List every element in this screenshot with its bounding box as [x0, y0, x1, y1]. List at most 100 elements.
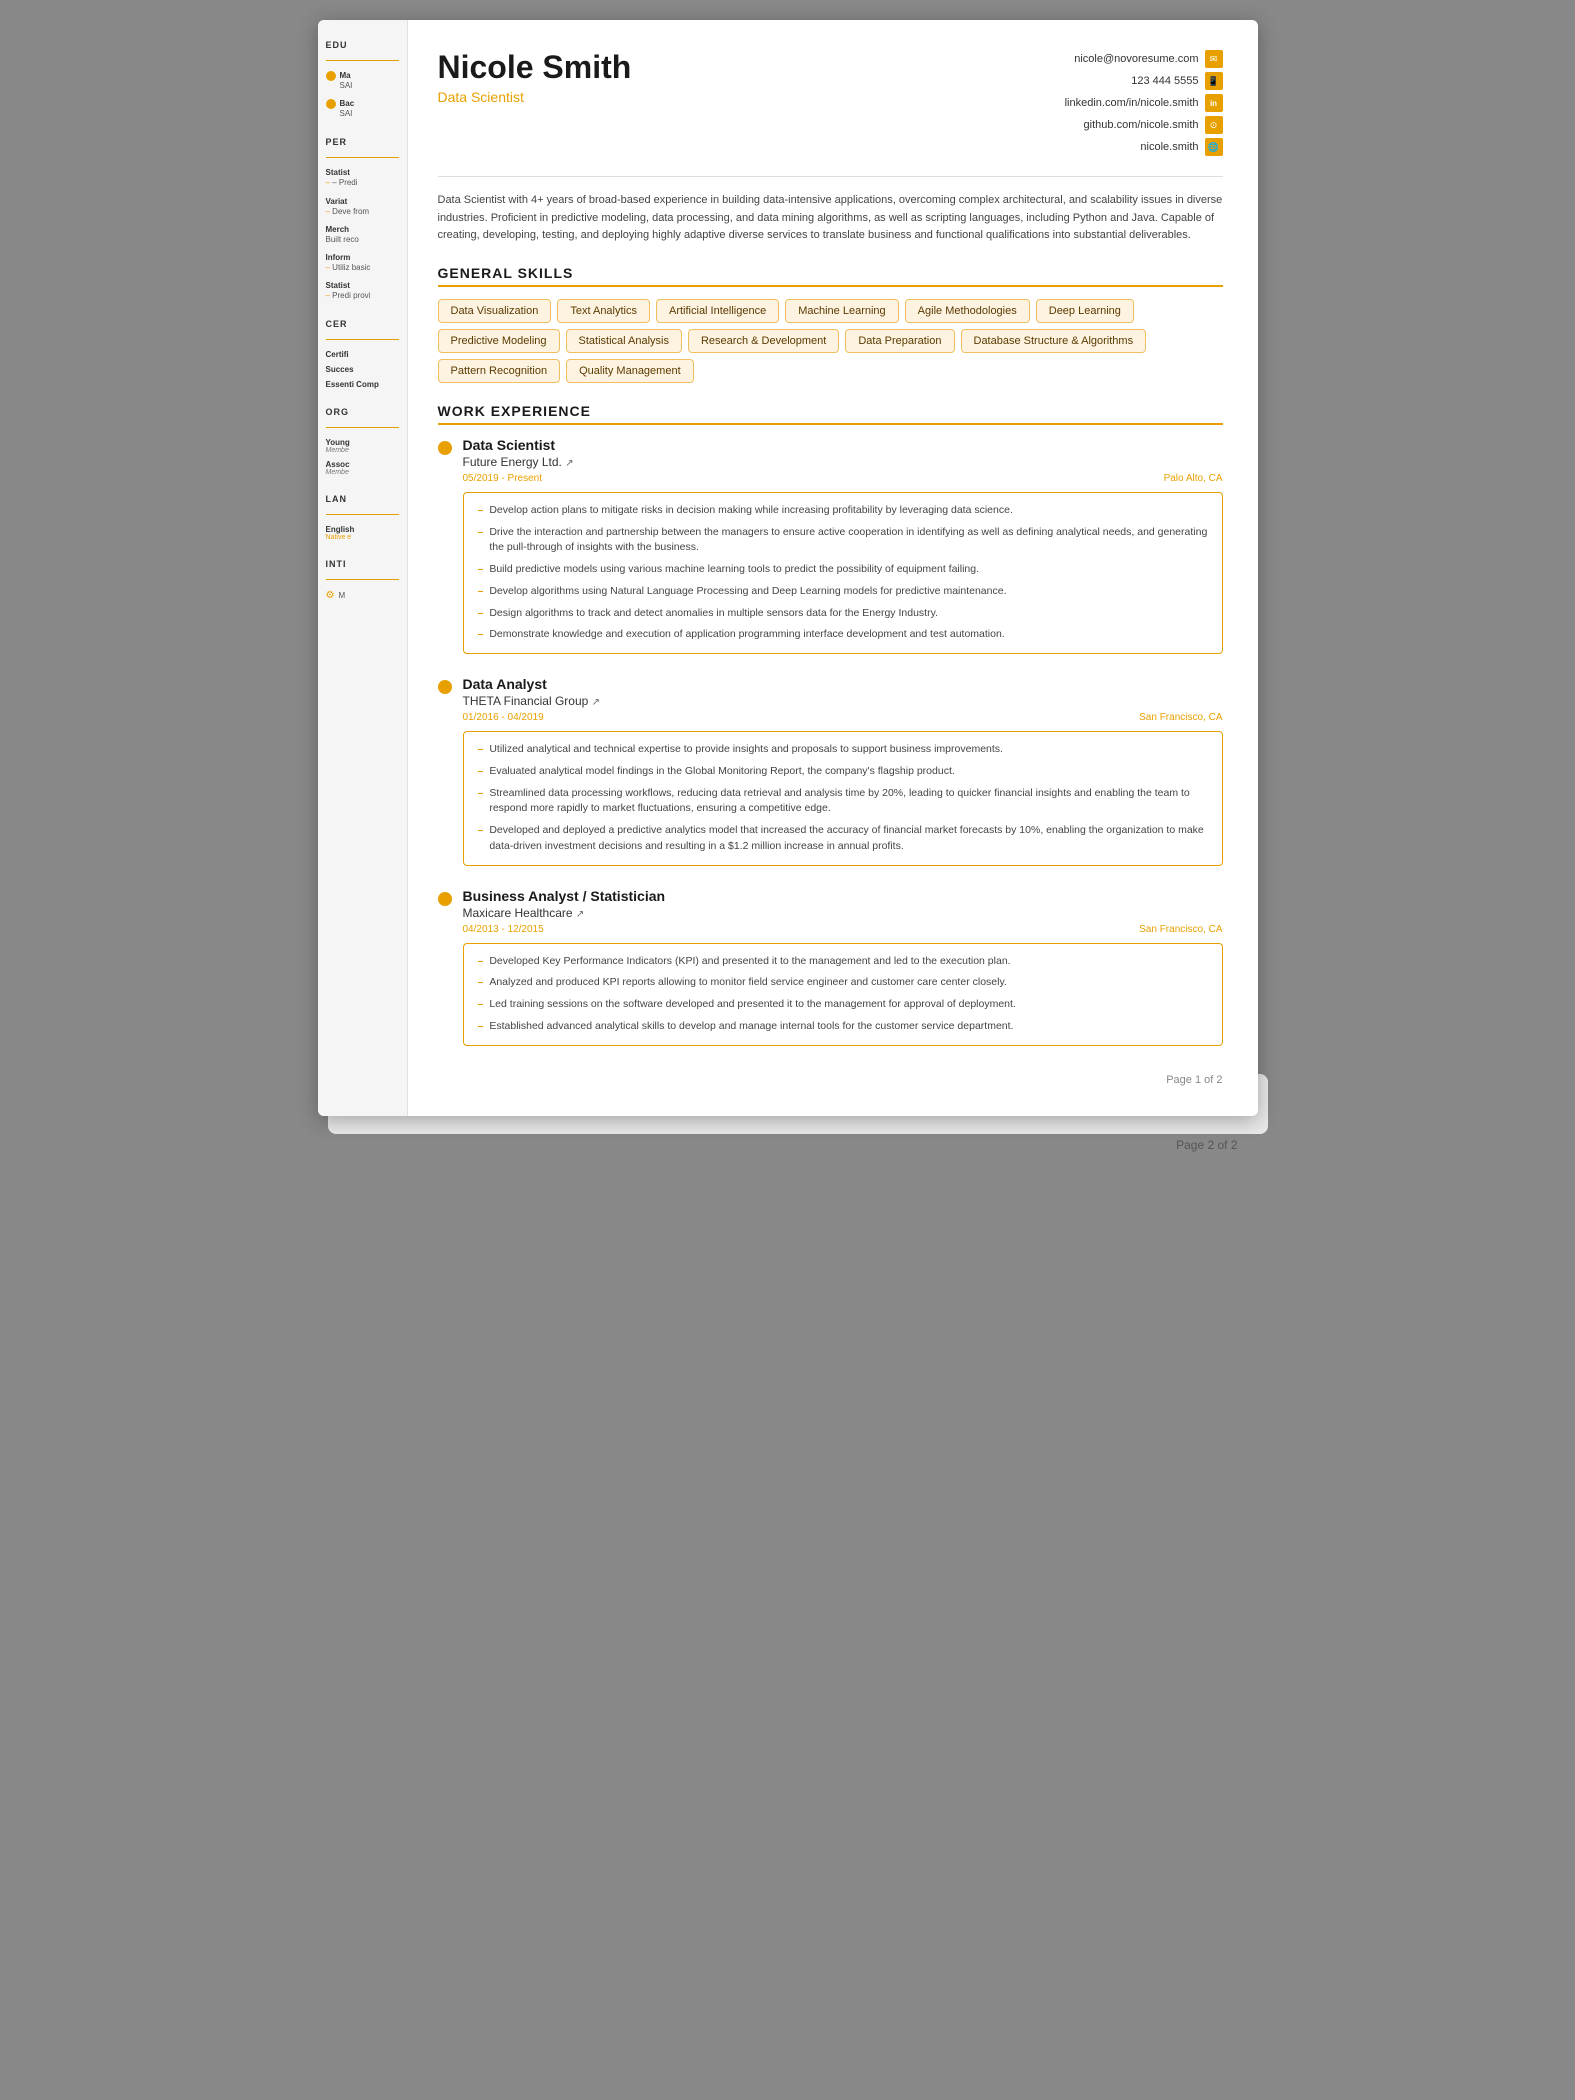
work-title: WORK EXPERIENCE — [438, 403, 1223, 425]
job-company-1: Future Energy Ltd. ↗ — [463, 455, 1223, 469]
linkedin-icon: in — [1205, 94, 1223, 112]
job-dates-row-2: 01/2016 - 04/2019San Francisco, CA — [463, 712, 1223, 723]
bullet-text: Drive the interaction and partnership be… — [489, 525, 1207, 557]
bullet-text: Demonstrate knowledge and execution of a… — [489, 627, 1004, 643]
job-item-2: Data Analyst THETA Financial Group ↗ 01/20… — [438, 676, 1223, 866]
contact-linkedin-text: linkedin.com/in/nicole.smith — [1065, 97, 1199, 109]
per-detail-2: – Deve from — [326, 206, 399, 217]
sidebar-edu-item-1: Ma SAI — [326, 71, 399, 91]
job-bullet-1-1: –Develop action plans to mitigate risks … — [478, 503, 1208, 519]
sidebar-per-item-5: Statist – Predi provi — [326, 281, 399, 301]
header-right: nicole@novoresume.com ✉ 123 444 5555 📱 l… — [1065, 50, 1223, 156]
sidebar-lan-title: LAN — [326, 494, 399, 504]
sidebar-personal-skills: PER Statist – – Predi Variat – Deve from… — [326, 137, 399, 301]
sidebar-organizations: ORG Young Membe Assoc Membe — [326, 407, 399, 476]
job-bullet-3-2: –Analyzed and produced KPI reports allow… — [478, 975, 1208, 991]
job-dates-row-3: 04/2013 - 12/2015San Francisco, CA — [463, 924, 1223, 935]
job-dates-row-1: 05/2019 - PresentPalo Alto, CA — [463, 473, 1223, 484]
job-bullets-3: –Developed Key Performance Indicators (K… — [463, 943, 1223, 1046]
per-name-5: Statist — [326, 281, 399, 290]
bullet-text: Developed and deployed a predictive anal… — [489, 823, 1207, 855]
per-detail-4: – Utiliz basic — [326, 262, 399, 273]
edu-degree-1: Ma — [340, 71, 353, 80]
bullet-dash: – — [478, 764, 484, 780]
sidebar-per-item-3: Merch Built reco — [326, 225, 399, 245]
page2-label: Page 2 of 2 — [1176, 1138, 1237, 1152]
job-dot-1 — [438, 441, 452, 455]
job-item-1: Data ScientistFuture Energy Ltd. ↗05/201… — [438, 437, 1223, 654]
candidate-subtitle: Data Scientist — [438, 89, 632, 105]
interest-text-1: M — [338, 591, 345, 600]
sidebar-cert-2: Succes — [326, 365, 399, 374]
per-name-1: Statist — [326, 168, 399, 177]
ext-link-icon[interactable]: ↗ — [576, 909, 584, 920]
sidebar-per-item-1: Statist – – Predi — [326, 168, 399, 188]
job-location-2: San Francisco, CA — [1139, 712, 1222, 723]
lang-level-1: Native e — [326, 534, 399, 541]
org-role-2: Membe — [326, 469, 399, 476]
skills-section: GENERAL SKILLS Data VisualizationText An… — [438, 265, 1223, 383]
sidebar: EDU Ma SAI Bac — [318, 20, 408, 1116]
contact-email-row: nicole@novoresume.com ✉ — [1074, 50, 1222, 68]
job-bullets-2: –Utilized analytical and technical exper… — [463, 731, 1223, 866]
cert-name-3: Essenti Comp — [326, 380, 399, 389]
summary-text: Data Scientist with 4+ years of broad-ba… — [438, 192, 1223, 245]
bullet-dash: – — [478, 627, 484, 643]
skill-tag: Data Preparation — [845, 329, 954, 353]
job-bullet-1-4: –Develop algorithms using Natural Langua… — [478, 584, 1208, 600]
sidebar-interests: INTI ⚙ M — [326, 559, 399, 601]
job-bullet-3-4: –Established advanced analytical skills … — [478, 1019, 1208, 1035]
job-title-2: Data Analyst — [463, 676, 1223, 692]
interest-icon-1: ⚙ — [326, 590, 335, 601]
contact-phone-row: 123 444 5555 📱 — [1131, 72, 1222, 90]
bullet-text: Streamlined data processing workflows, r… — [489, 786, 1207, 818]
main-content: Nicole Smith Data Scientist nicole@novor… — [408, 20, 1258, 1116]
skill-tag: Artificial Intelligence — [656, 299, 779, 323]
per-name-3: Merch — [326, 225, 399, 234]
bullet-dash: – — [478, 503, 484, 519]
bullet-text: Design algorithms to track and detect an… — [489, 606, 938, 622]
sidebar-org-1: Young Membe — [326, 438, 399, 454]
edu-dot-2 — [326, 99, 336, 109]
sidebar-education: EDU Ma SAI Bac — [326, 40, 399, 119]
skill-tag: Predictive Modeling — [438, 329, 560, 353]
sidebar-edu-divider — [326, 60, 399, 61]
org-name-1: Young — [326, 438, 399, 447]
job-bullet-1-6: –Demonstrate knowledge and execution of … — [478, 627, 1208, 643]
bullet-text: Develop algorithms using Natural Languag… — [489, 584, 1006, 600]
skill-tag: Research & Development — [688, 329, 839, 353]
sidebar-cert-3: Essenti Comp — [326, 380, 399, 389]
ext-link-icon[interactable]: ↗ — [565, 458, 573, 469]
phone-icon: 📱 — [1205, 72, 1223, 90]
job-dot-3 — [438, 892, 452, 906]
org-role-1: Membe — [326, 447, 399, 454]
work-experience-section: WORK EXPERIENCE Data ScientistFuture Ene… — [438, 403, 1223, 1046]
contact-linkedin-row: linkedin.com/in/nicole.smith in — [1065, 94, 1223, 112]
contact-github-row: github.com/nicole.smith ⊙ — [1084, 116, 1223, 134]
bullet-dash: – — [478, 823, 484, 855]
job-bullet-3-1: –Developed Key Performance Indicators (K… — [478, 954, 1208, 970]
skill-tag: Agile Methodologies — [905, 299, 1030, 323]
sidebar-interest-1: ⚙ M — [326, 590, 399, 601]
job-company-2: THETA Financial Group ↗ — [463, 694, 1223, 708]
job-dot-2 — [438, 680, 452, 694]
job-bullet-1-3: –Build predictive models using various m… — [478, 562, 1208, 578]
bullet-text: Established advanced analytical skills t… — [489, 1019, 1013, 1035]
sidebar-cer-title: CER — [326, 319, 399, 329]
resume-header: Nicole Smith Data Scientist nicole@novor… — [438, 50, 1223, 156]
per-detail-5: – Predi provi — [326, 290, 399, 301]
skills-tags-container: Data VisualizationText AnalyticsArtifici… — [438, 299, 1223, 383]
bullet-dash: – — [478, 975, 484, 991]
job-bullet-1-5: –Design algorithms to track and detect a… — [478, 606, 1208, 622]
contact-github-text: github.com/nicole.smith — [1084, 119, 1199, 131]
sidebar-org-divider — [326, 427, 399, 428]
lang-name-1: English — [326, 525, 399, 534]
summary-section: Data Scientist with 4+ years of broad-ba… — [438, 176, 1223, 245]
ext-link-icon[interactable]: ↗ — [592, 697, 600, 708]
bullet-dash: – — [478, 1019, 484, 1035]
bullet-dash: – — [478, 525, 484, 557]
bullet-text: Build predictive models using various ma… — [489, 562, 979, 578]
edu-dot-1 — [326, 71, 336, 81]
edu-degree-2: Bac — [340, 99, 355, 108]
sidebar-per-divider — [326, 157, 399, 158]
